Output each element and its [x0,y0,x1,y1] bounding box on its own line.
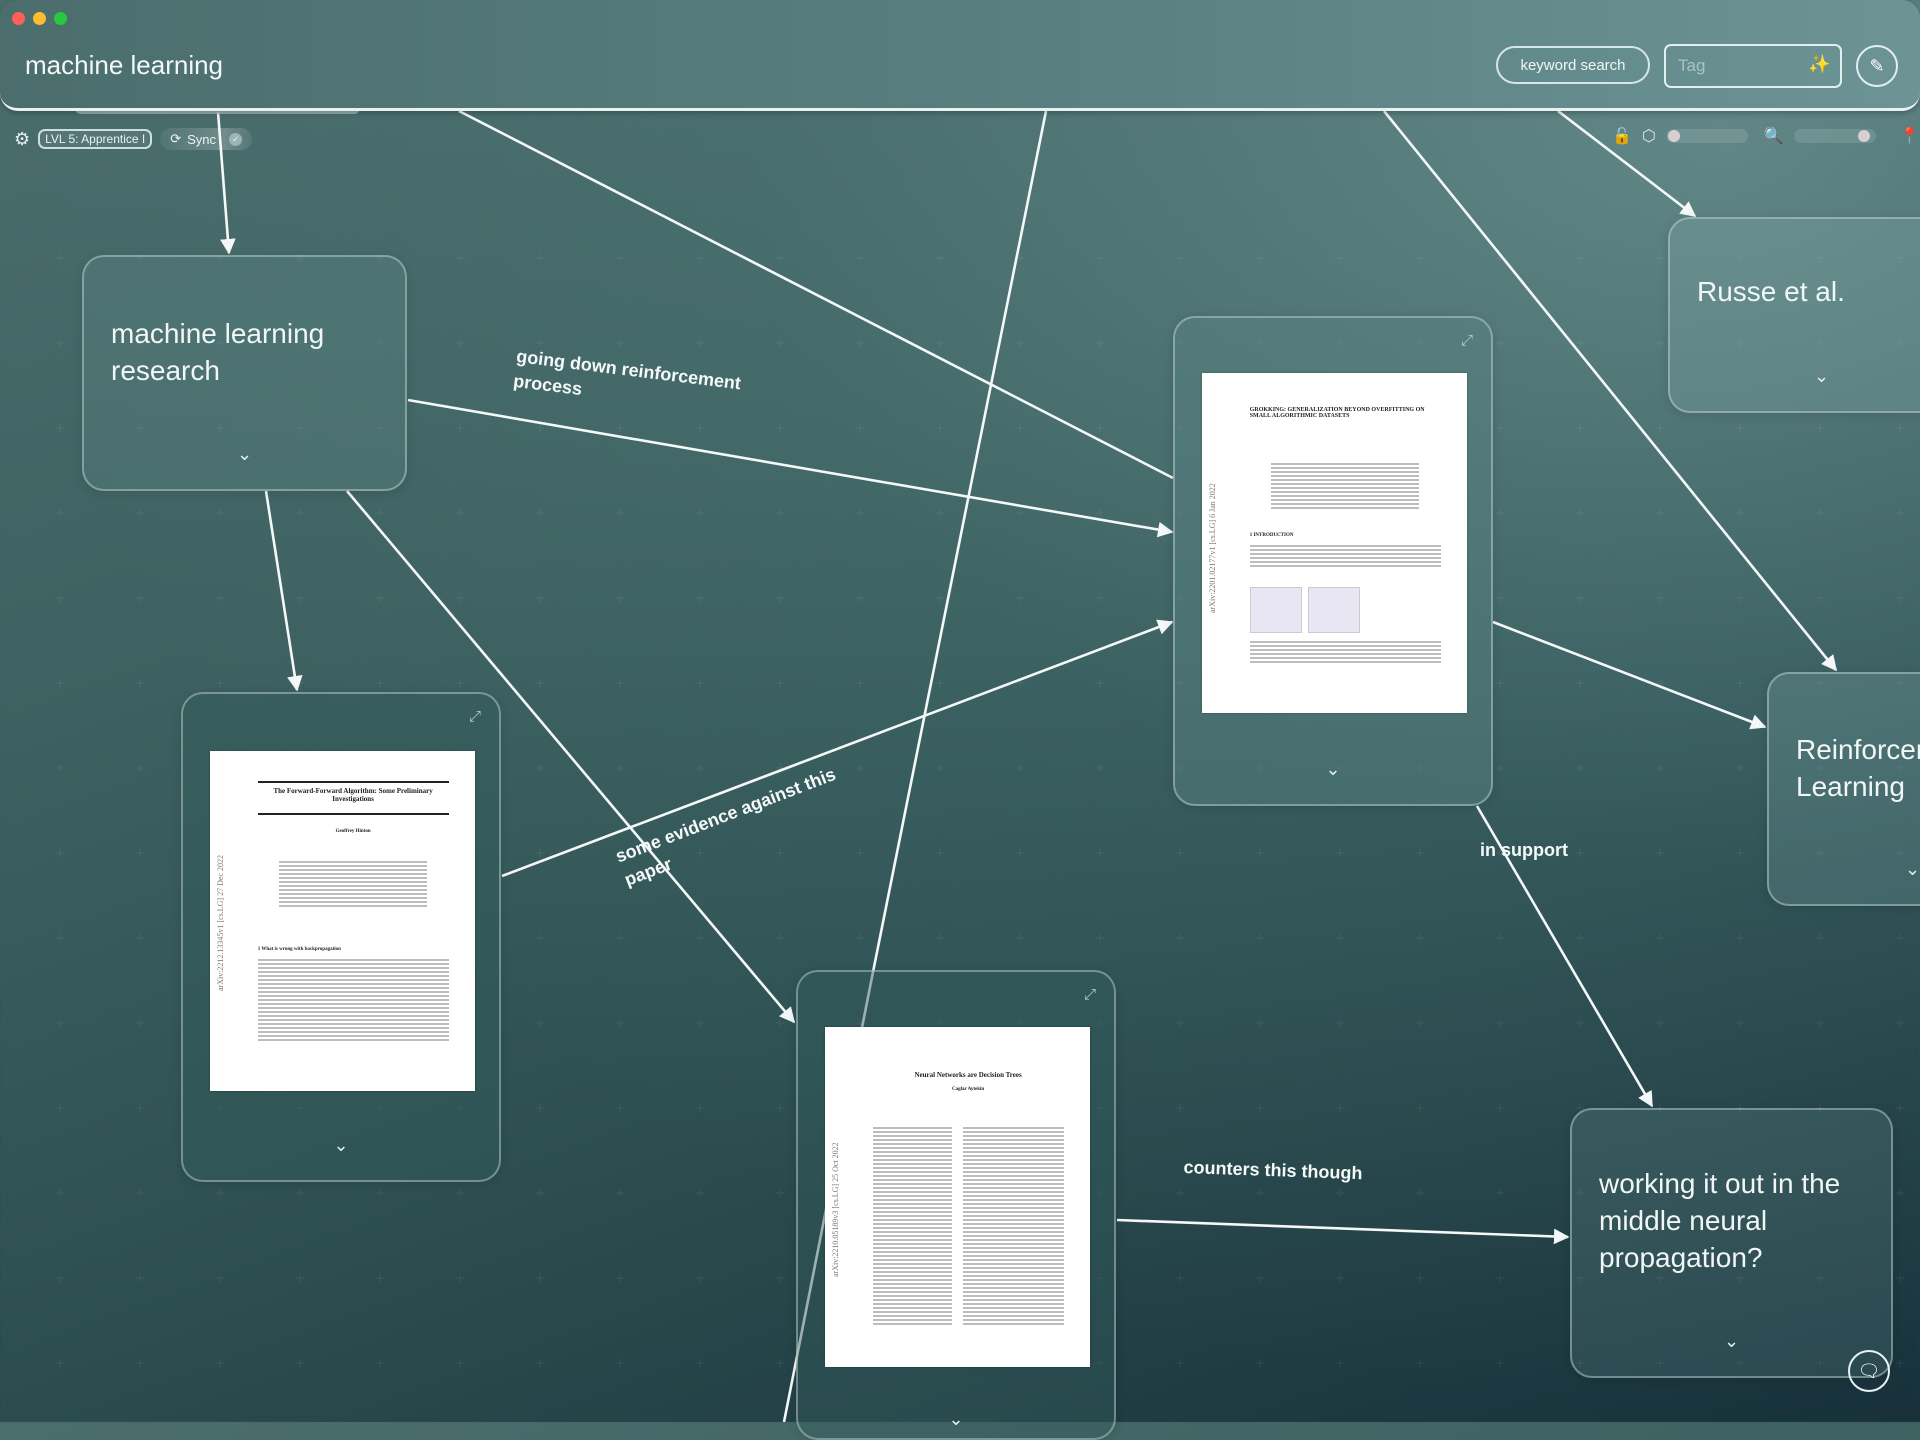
keyword-search-button[interactable]: keyword search [1496,46,1650,84]
chevron-down-icon[interactable]: ⌄ [1325,759,1340,780]
document-title: Neural Networks are Decision Trees [914,1071,1022,1079]
expand-icon[interactable]: ⤢ [469,708,481,725]
map-pin-icon[interactable]: 📍 [1900,126,1920,146]
app-header: machine learning keyword search ✨ ✎ [0,0,1920,111]
minimize-window-button[interactable] [33,12,46,25]
edit-button[interactable]: ✎ [1856,45,1898,87]
chat-button[interactable]: 🗨 [1848,1350,1890,1392]
edge-nn-trees-to-working-out[interactable] [1116,1218,1570,1245]
toolbar-left: ⚙ LVL 5: Apprentice I ⟳ Sync ✓ [14,128,253,150]
zoom-window-button[interactable] [54,12,67,25]
edge-grokking-to-rl[interactable] [1492,620,1767,730]
node-text: Russe et al. [1697,276,1845,307]
edge-header-to-nn-trees[interactable] [871,110,1048,973]
pencil-icon: ✎ [1869,55,1885,76]
edge-header-to-grokking[interactable] [458,109,1174,480]
node-reinforcement-learning[interactable]: Reinforcement Learning ⌄ [1767,672,1920,906]
document-arxiv-id: arXiv:2201.02177v1 [cs.LG] 6 Jan 2022 [1208,483,1217,613]
document-preview[interactable]: GROKKING: GENERALIZATION BEYOND OVERFITT… [1202,373,1467,713]
document-section: 1 What is wrong with backpropagation [257,947,341,952]
magic-wand-icon[interactable]: ✨ [1808,54,1830,75]
node-ml-research[interactable]: machine learning research ⌄ [82,255,407,491]
document-preview[interactable]: The Forward-Forward Algorithm: Some Prel… [210,751,475,1091]
check-icon: ✓ [229,132,243,146]
node-nn-decision-trees-doc[interactable]: ⤢ Neural Networks are Decision Trees Cag… [796,970,1116,1440]
zoom-slider[interactable] [1793,129,1876,143]
chevron-down-icon[interactable]: ⌄ [333,1135,348,1156]
node-text: Reinforcement Learning [1796,734,1920,802]
document-arxiv-id: arXiv:2212.13345v1 [cs.LG] 27 Dec 2022 [216,855,225,991]
chevron-down-icon[interactable]: ⌄ [1724,1331,1739,1352]
chevron-down-icon[interactable]: ⌄ [1905,859,1920,880]
level-badge[interactable]: LVL 5: Apprentice I [38,129,153,149]
sync-toggle[interactable]: ⟳ Sync ✓ [160,128,253,150]
close-window-button[interactable] [12,12,25,25]
edge-label-in-support[interactable]: in support [1480,838,1568,863]
sync-icon: ⟳ [170,131,182,146]
layout-slider[interactable] [1665,129,1748,143]
node-text: working it out in the middle neural prop… [1599,1168,1841,1273]
chevron-down-icon[interactable]: ⌄ [948,1409,963,1430]
chevron-down-icon[interactable]: ⌄ [237,444,252,465]
edge-ml-research-to-forward-forward[interactable] [264,490,303,692]
gear-icon[interactable]: ⚙ [14,129,30,150]
document-preview[interactable]: Neural Networks are Decision Trees Cagla… [825,1027,1090,1367]
document-figure [1308,587,1360,633]
document-title: The Forward-Forward Algorithm: Some Prel… [273,787,433,803]
network-icon[interactable]: ⬡ [1642,126,1656,146]
document-author: Caglar Aytekin [952,1087,985,1092]
window-controls [12,12,67,25]
node-text: machine learning research [111,318,325,386]
document-section: 1 INTRODUCTION [1249,533,1294,538]
chat-bubble-icon: 🗨 [1857,1360,1881,1381]
node-grokking-doc[interactable]: ⤢ GROKKING: GENERALIZATION BEYOND OVERFI… [1173,316,1493,806]
document-arxiv-id: arXiv:2210.05189v3 [cs.LG] 25 Oct 2022 [831,1142,840,1277]
layout-slider-knob[interactable] [1668,130,1681,142]
document-title: GROKKING: GENERALIZATION BEYOND OVERFITT… [1249,407,1425,419]
sync-label: Sync [187,131,217,147]
canvas-title[interactable]: machine learning [25,50,223,81]
document-author: Geoffrey Hinton [335,829,371,834]
document-figure [1249,587,1302,633]
edge-forward-forward-to-grokking[interactable] [501,619,1174,878]
zoom-slider-knob[interactable] [1857,130,1870,142]
toolbar-right: 🔓 ⬡ 🔍 📍 [1612,126,1920,146]
expand-icon[interactable]: ⤢ [1461,332,1473,349]
node-working-out[interactable]: working it out in the middle neural prop… [1570,1108,1893,1378]
magnifier-icon: 🔍 [1763,128,1784,145]
chevron-down-icon[interactable]: ⌄ [1814,366,1829,387]
expand-icon[interactable]: ⤢ [1084,986,1096,1003]
node-forward-forward-doc[interactable]: ⤢ The Forward-Forward Algorithm: Some Pr… [181,692,501,1182]
unlock-icon[interactable]: 🔓 [1612,126,1632,146]
node-russe[interactable]: Russe et al. ⌄ [1668,217,1920,413]
